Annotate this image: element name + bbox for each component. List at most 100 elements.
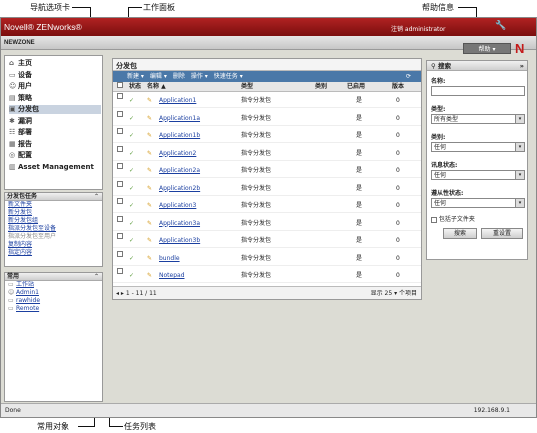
bundle-version: 0 [396,132,400,139]
favorite-item[interactable]: ▭ rawhide [5,297,102,305]
config-icon: ◎ [9,151,16,159]
status-bar: Done 192.168.9.1 [1,403,536,417]
col-enabled[interactable]: 已启用 [347,82,365,92]
name-input[interactable] [431,86,525,96]
col-status[interactable]: 状态 [129,82,141,92]
table-row[interactable]: ✓ ✎ Application1b 指令分发包 是 0 [113,128,421,143]
task-list-header[interactable]: 分发包任务 ⌃ [5,193,102,201]
subfolders-option[interactable]: 包括子文件夹 [431,214,475,223]
task-link[interactable]: 新文件夹 [5,201,102,209]
table-row[interactable]: ✓ ✎ Application3a 指令分发包 是 0 [113,215,421,231]
wrench-icon[interactable]: 🔧 [495,21,506,31]
bundle-version: 0 [396,202,400,209]
pager-nav[interactable]: ◂ ▸ 1 - 11 / 11 [116,290,157,297]
toolbar-item[interactable]: 快速任务 ▾ [214,73,243,80]
search-button[interactable]: 搜索 [443,228,477,239]
bundle-name-link[interactable]: Application3a [159,216,200,231]
col-type[interactable]: 类型 [241,82,253,92]
collapse-icon[interactable]: ⌃ [94,273,99,281]
pager: ◂ ▸ 1 - 11 / 11 显示 25 ▾ 个项目 [113,286,421,299]
bundle-enabled: 是 [356,254,363,262]
bundle-name-link[interactable]: Application1 [159,93,196,108]
help-button[interactable]: 帮助 ▾ [463,43,511,54]
favorite-item[interactable]: ▭ Remote [5,305,102,313]
toolbar-item[interactable]: 删除 [173,73,185,80]
search-title: 搜索 [438,62,452,70]
col-category[interactable]: 类别 [315,82,327,92]
table-row[interactable]: ✓ ✎ Application2a 指令分发包 是 0 [113,163,421,178]
nav-tab-7[interactable]: ▦ 报告 [9,140,101,149]
common-objects-header[interactable]: 常用 ⌃ [5,273,102,281]
bundle-enabled: 是 [356,202,363,209]
table-row[interactable]: ✓ ✎ Application3b 指令分发包 是 0 [113,233,421,248]
name-label: 名称: [431,78,446,85]
callout-line [78,426,94,427]
novell-logo: N [515,41,525,56]
bundle-type: 指令分发包 [241,97,272,104]
bundle-type: 指令分发包 [241,132,272,139]
bundle-name-link[interactable]: Application2b [159,181,200,196]
bundle-type: 指令分发包 [241,202,272,209]
favorite-item[interactable]: ☺ Admin1 [5,289,102,297]
nav-tab-8[interactable]: ◎ 配置 [9,151,101,160]
table-row[interactable]: ✓ ✎ Application1 指令分发包 是 0 [113,93,421,108]
page-size-select[interactable]: 显示 25 ▾ 个项目 [371,287,417,300]
toolbar-item[interactable]: 编辑 ▾ [150,73,167,80]
col-name[interactable]: 名称 ▲ [147,82,166,92]
vulnerability-icon: ✱ [9,116,15,125]
nav-tab-6[interactable]: ☷ 部署 [9,128,101,137]
table-row[interactable]: ✓ ✎ Notepad 指令分发包 是 0 [113,268,421,283]
bundle-name-link[interactable]: Application3b [159,233,200,248]
reset-button[interactable]: 重设置 [481,228,523,239]
task-link[interactable]: 指派分发包至设备 [5,225,102,233]
bundle-version: 0 [396,254,400,262]
bundle-name-link[interactable]: bundle [159,251,180,266]
nav-tab-0[interactable]: ⌂ 主页 [9,59,101,68]
type-select[interactable]: 所有类型 ▾ [431,114,525,124]
refresh-icon[interactable]: ⟳ [406,71,411,82]
favorite-item[interactable]: ▭ 工作站 [5,281,102,289]
bundle-name-link[interactable]: Application1b [159,128,200,143]
bundle-name-link[interactable]: Application3 [159,198,196,213]
bundle-name-link[interactable]: Notepad [159,268,185,283]
bundle-version: 0 [396,272,400,279]
nav-tab-4[interactable]: ▣ 分发包 [9,105,101,114]
category-select[interactable]: 任何 ▾ [431,142,525,152]
toolbar-item[interactable]: 操作 ▾ [191,73,208,80]
nav-tabs: ⌂ 主页 ▭ 设备 ☺ 用户 ▤ 策略 ▣ 分发包 ✱ 漏洞 ☷ 部署 ▦ 报告 ◎ 配置 ▥ Asset Manag… [4,55,103,190]
subfolders-checkbox[interactable] [431,216,437,223]
favorite-label: Admin1 [16,289,39,296]
collapse-icon[interactable]: ⌃ [94,193,99,201]
error-status-select[interactable]: 任何 ▾ [431,170,525,180]
table-row[interactable]: ✓ ✎ Application1a 指令分发包 是 0 [113,110,421,126]
callout-nav-tabs: 导航选项卡 [30,3,70,12]
nav-tab-1[interactable]: ▭ 设备 [9,71,101,80]
toolbar-item[interactable]: 新建 ▾ [127,73,144,80]
compliance-select[interactable]: 任何 ▾ [431,198,525,208]
status-icon: ✓ [129,219,135,227]
nav-tab-label: 部署 [18,128,32,136]
task-link[interactable]: 新分发包 [5,209,102,217]
callout-task-list: 任务列表 [124,422,156,431]
collapse-panel-icon[interactable]: » [520,61,524,71]
task-link[interactable]: 复制内容 [5,241,102,249]
bundle-name-link[interactable]: Application2 [159,146,196,161]
table-row[interactable]: ✓ ✎ Application3 指令分发包 是 0 [113,198,421,213]
nav-tab-5[interactable]: ✱ 漏洞 [9,117,101,126]
bundle-icon: ✎ [147,114,153,122]
callout-line [109,426,123,427]
table-row[interactable]: ✓ ✎ Application2 指令分发包 是 0 [113,145,421,161]
bundle-name-link[interactable]: Application2a [159,163,200,178]
task-link[interactable]: 指定内容 [5,249,102,257]
task-link[interactable]: 新分发包组 [5,217,102,225]
col-version[interactable]: 版本 [392,82,404,92]
search-icon: ⚲ [431,62,439,70]
logout-link[interactable]: 注销 administrator [391,24,446,33]
nav-tab-9[interactable]: ▥ Asset Management [9,163,101,172]
nav-tab-label: 用户 [18,82,32,90]
nav-tab-2[interactable]: ☺ 用户 [9,82,101,91]
table-row[interactable]: ✓ ✎ Application2b 指令分发包 是 0 [113,180,421,196]
nav-tab-3[interactable]: ▤ 策略 [9,94,101,103]
bundle-name-link[interactable]: Application1a [159,111,200,126]
table-row[interactable]: ✓ ✎ bundle 指令分发包 是 0 [113,250,421,266]
